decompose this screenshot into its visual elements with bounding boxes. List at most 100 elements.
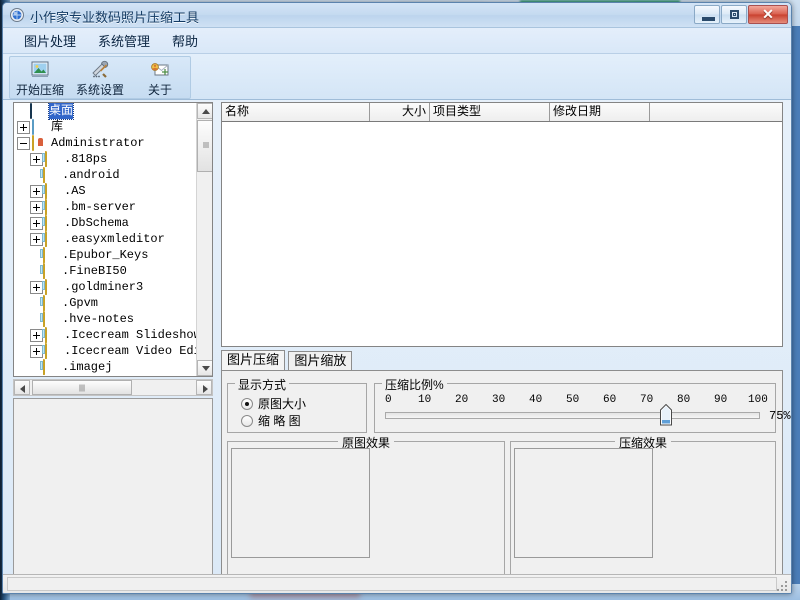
folder-icon (45, 231, 61, 247)
tab-image-scaling[interactable]: 图片缩放 (288, 351, 353, 370)
chevron-right-icon (203, 385, 208, 393)
tree-node-epubor-keys[interactable]: .Epubor_Keys (14, 247, 197, 263)
compressed-preview-group: 压缩效果 (510, 434, 776, 593)
window-title: 小作家专业数码照片压缩工具 (30, 10, 200, 25)
picture-icon (29, 60, 51, 80)
tree-node-label: .AS (64, 184, 86, 198)
folder-icon (45, 151, 61, 167)
folder-icon (45, 215, 61, 231)
tree-node-hve-notes[interactable]: .hve-notes (14, 311, 197, 327)
radio-button-icon[interactable] (241, 414, 253, 427)
tree-scrollbar-thumb[interactable] (197, 120, 212, 172)
tree-node-label: .DbSchema (64, 216, 129, 230)
minimize-icon (702, 17, 715, 21)
tree-node-imagej[interactable]: .imagej (14, 359, 197, 375)
slider-tick: 80 (677, 394, 691, 406)
display-mode-group: 显示方式 原图大小 缩 略 图 (227, 376, 367, 433)
menu-item-help[interactable]: 帮助 (161, 28, 209, 53)
desktop-icon (30, 103, 46, 119)
folder-icon (45, 199, 61, 215)
compression-slider-thumb[interactable] (659, 403, 673, 426)
chevron-left-icon (20, 385, 25, 393)
tab-panel-image-compression: 显示方式 原图大小 缩 略 图 压缩比例% 0 10 20 30 40 50 6… (221, 370, 791, 593)
radio-label: 原图大小 (258, 397, 307, 411)
slider-tick: 20 (455, 394, 469, 406)
tree-node-easyxmleditor[interactable]: .easyxmleditor (14, 231, 197, 247)
tree-node-android[interactable]: .android (14, 167, 197, 183)
slider-tick: 60 (603, 394, 617, 406)
compression-slider-track[interactable] (385, 412, 760, 419)
tools-icon (89, 60, 111, 80)
minimize-button[interactable] (694, 5, 720, 24)
horizontal-scrollbar-thumb[interactable] (32, 380, 132, 395)
column-header-date-modified[interactable]: 修改日期 (550, 103, 650, 121)
folder-tree[interactable]: 桌面 库 Administrator .818ps .android .AS .… (14, 103, 197, 376)
column-header-name[interactable]: 名称 (222, 103, 370, 121)
tree-node-label: Administrator (51, 136, 145, 150)
about-button[interactable]: 关于 (130, 57, 190, 98)
about-label: 关于 (147, 83, 172, 97)
tree-node-label: .hve-notes (62, 312, 135, 326)
slider-tick: 10 (418, 394, 432, 406)
folder-icon (43, 263, 59, 279)
menu-item-image-processing[interactable]: 图片处理 (13, 28, 87, 53)
slider-tick: 30 (492, 394, 506, 406)
collapse-minus-icon[interactable] (17, 136, 30, 150)
menu-item-system-management[interactable]: 系统管理 (87, 28, 161, 53)
original-preview-image (231, 448, 370, 558)
start-compression-button[interactable]: 开始压缩 (10, 57, 70, 98)
radio-option-original-size[interactable]: 原图大小 (241, 396, 366, 411)
file-list[interactable]: 名称 大小 项目类型 修改日期 (221, 102, 783, 347)
tree-node-label: .imagej (62, 360, 113, 374)
folder-icon (45, 183, 61, 199)
tree-node-bm-server[interactable]: .bm-server (14, 199, 197, 215)
file-list-body[interactable] (222, 122, 782, 346)
toolbar-button-group: 开始压缩 系统设置 关于 (9, 56, 191, 99)
system-settings-button[interactable]: 系统设置 (70, 57, 130, 98)
slider-tick: 70 (640, 394, 654, 406)
application-window: 小作家专业数码照片压缩工具 ✕ 图片处理 系统管理 帮助 开始压缩 系统设置 关… (2, 2, 792, 594)
maximize-button[interactable] (721, 5, 747, 24)
status-text (7, 577, 777, 591)
column-header-size[interactable]: 大小 (370, 103, 430, 121)
close-icon: ✕ (762, 6, 774, 22)
column-header-extra[interactable] (650, 103, 782, 121)
tree-node-desktop[interactable]: 桌面 (14, 103, 197, 120)
tree-node-label: .Icecream Slideshow M (64, 328, 197, 342)
tree-node-icecream-video-editor[interactable]: .Icecream Video Edito (14, 343, 197, 359)
slider-tick: 90 (714, 394, 728, 406)
tree-node-administrator[interactable]: Administrator (14, 135, 197, 151)
file-list-header: 名称 大小 项目类型 修改日期 (222, 103, 782, 122)
about-icon (149, 60, 171, 80)
tree-node-label: .818ps (64, 152, 108, 166)
tree-node-icecream-slideshow[interactable]: .Icecream Slideshow M (14, 327, 197, 343)
tree-node-dbschema[interactable]: .DbSchema (14, 215, 197, 231)
tab-image-compression[interactable]: 图片压缩 (221, 350, 286, 371)
scroll-up-button[interactable] (197, 103, 212, 119)
tree-node-gpvm[interactable]: .Gpvm (14, 295, 197, 311)
display-mode-title: 显示方式 (235, 376, 290, 393)
scroll-left-button[interactable] (14, 380, 30, 395)
tree-node-as[interactable]: .AS (14, 183, 197, 199)
tree-vertical-scrollbar[interactable] (196, 103, 212, 376)
column-header-item-type[interactable]: 项目类型 (430, 103, 550, 121)
tree-horizontal-scrollbar[interactable] (13, 379, 213, 396)
expand-plus-icon[interactable] (17, 120, 30, 134)
tree-node-818ps[interactable]: .818ps (14, 151, 197, 167)
toolbar: 开始压缩 系统设置 关于 (3, 54, 791, 100)
close-button[interactable]: ✕ (748, 5, 788, 24)
radio-button-selected-icon[interactable] (241, 397, 253, 410)
scroll-down-button[interactable] (197, 360, 212, 376)
tree-node-library[interactable]: 库 (14, 119, 197, 135)
tree-node-label: 桌面 (47, 103, 75, 120)
radio-option-thumbnail[interactable]: 缩 略 图 (241, 413, 366, 428)
resize-grip-icon[interactable] (775, 579, 787, 591)
system-settings-label: 系统设置 (75, 83, 124, 97)
chevron-up-icon (202, 109, 210, 114)
tree-node-goldminer3[interactable]: .goldminer3 (14, 279, 197, 295)
tree-node-finebi50[interactable]: .FineBI50 (14, 263, 197, 279)
scroll-right-button[interactable] (196, 380, 212, 395)
tree-node-label: .Icecream Video Edito (64, 344, 197, 358)
folder-icon (43, 167, 59, 183)
